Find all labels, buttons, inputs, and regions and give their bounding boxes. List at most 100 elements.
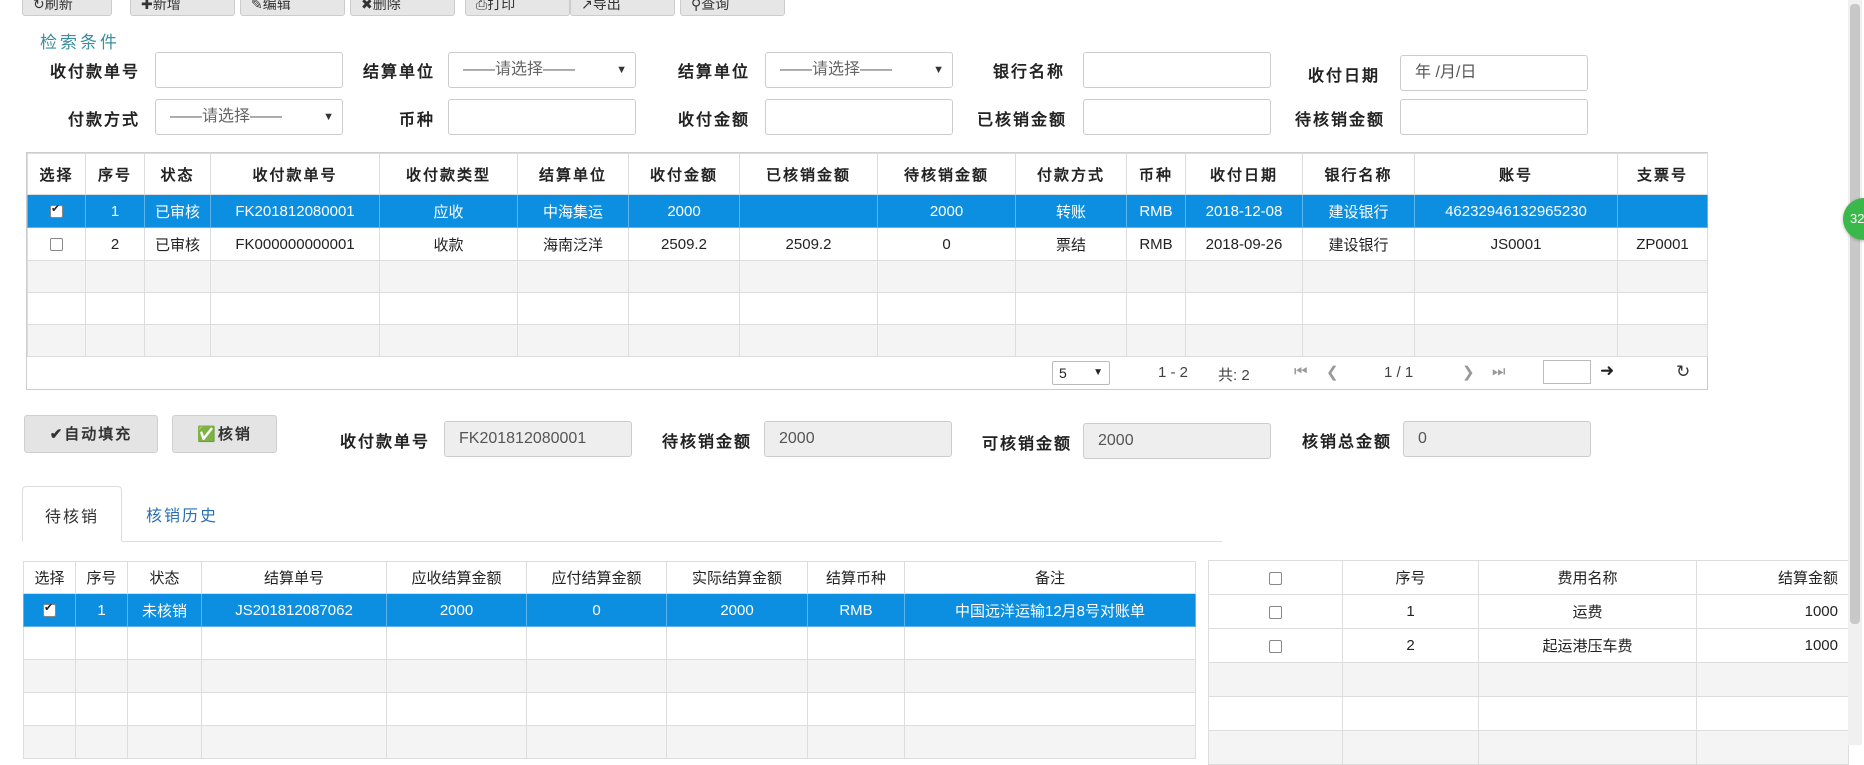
query-button[interactable]: ⚲查询 — [680, 0, 785, 16]
settle-unit-select-1[interactable]: ——请选择—— ▼ — [448, 52, 636, 88]
goto-arrow-icon[interactable]: ➜ — [1600, 361, 1614, 381]
pay-method-select[interactable]: ——请选择—— ▼ — [155, 99, 343, 135]
table-row[interactable]: 1 运费 1000 — [1208, 594, 1849, 629]
print-icon: ⎙ — [476, 0, 488, 13]
action-total-input[interactable]: 0 — [1403, 421, 1591, 457]
chevron-down-icon: ▼ — [323, 111, 334, 123]
first-page-icon[interactable]: ⏮ — [1294, 363, 1308, 380]
col-status[interactable]: 状态 — [127, 561, 202, 594]
col-type[interactable]: 收付款类型 — [379, 153, 518, 195]
table-row[interactable]: 1 未核销 JS201812087062 2000 0 2000 RMB 中国远… — [23, 593, 1196, 627]
col-pay-amount[interactable]: 应付结算金额 — [526, 561, 667, 594]
col-method[interactable]: 付款方式 — [1015, 153, 1127, 195]
col-currency[interactable]: 币种 — [1126, 153, 1186, 195]
search-title: 检索条件 — [40, 33, 120, 53]
col-cheque[interactable]: 支票号 — [1617, 153, 1708, 195]
table-row[interactable]: 2 起运港压车费 1000 — [1208, 628, 1849, 663]
auto-fill-button[interactable]: ✔自动填充 — [24, 415, 158, 453]
row-checkbox[interactable] — [50, 238, 63, 252]
chevron-down-icon: ▼ — [1093, 367, 1103, 378]
table-row-empty — [1208, 662, 1849, 697]
action-pending-input[interactable]: 2000 — [764, 421, 952, 457]
verify-button[interactable]: ✅核销 — [172, 415, 277, 453]
action-available-input[interactable]: 2000 — [1083, 423, 1271, 459]
action-receipt-no-label: 收付款单号 — [339, 432, 430, 451]
col-status[interactable]: 状态 — [144, 153, 211, 195]
check-icon: ✔ — [49, 425, 65, 443]
amount-input[interactable] — [765, 99, 953, 135]
col-seq[interactable]: 序号 — [1342, 560, 1479, 595]
main-table-header: 选择 序号 状态 收付款单号 收付款类型 结算单位 收付金额 已核销金额 待核销… — [27, 153, 1708, 195]
row-checkbox[interactable] — [1269, 605, 1282, 619]
action-pending-label: 待核销金额 — [661, 432, 752, 451]
col-bank[interactable]: 银行名称 — [1302, 153, 1415, 195]
tab-history[interactable]: 核销历史 — [146, 502, 218, 526]
pending-label: 待核销金额 — [1294, 110, 1385, 129]
table-row[interactable]: 2 已审核 FK000000000001 收款 海南泛洋 2509.2 2509… — [27, 227, 1708, 261]
col-written[interactable]: 已核销金额 — [739, 153, 878, 195]
col-note[interactable]: 备注 — [904, 561, 1196, 594]
refresh-button[interactable]: ↻刷新 — [22, 0, 112, 16]
col-select[interactable]: 选择 — [27, 153, 86, 195]
receipt-no-input[interactable] — [155, 52, 343, 88]
pager-pages: 1 / 1 — [1384, 364, 1414, 381]
col-receipt-no[interactable]: 收付款单号 — [210, 153, 380, 195]
col-account[interactable]: 账号 — [1414, 153, 1618, 195]
search-icon: ⚲ — [691, 0, 702, 13]
table-row[interactable]: 1 已审核 FK201812080001 应收 中海集运 2000 2000 转… — [27, 194, 1708, 228]
col-settle-currency[interactable]: 结算币种 — [807, 561, 905, 594]
pay-date-input[interactable]: 年 /月/日 — [1400, 55, 1588, 91]
page-scrollbar-thumb[interactable] — [1850, 4, 1860, 624]
delete-icon: ✖ — [361, 0, 373, 13]
col-unit[interactable]: 结算单位 — [517, 153, 629, 195]
col-settle-no[interactable]: 结算单号 — [201, 561, 387, 594]
pencil-icon: ✎ — [251, 0, 263, 13]
export-button[interactable]: ↗导出 — [570, 0, 675, 16]
tab-pending[interactable]: 待核销 — [22, 486, 122, 542]
check-circle-icon: ✅ — [197, 425, 218, 443]
col-actual-amount[interactable]: 实际结算金额 — [666, 561, 808, 594]
currency-input[interactable] — [448, 99, 636, 135]
col-fee-name[interactable]: 费用名称 — [1478, 560, 1697, 595]
row-checkbox[interactable] — [43, 601, 56, 618]
table-row-empty — [23, 725, 1196, 759]
side-badge[interactable]: 32 — [1843, 198, 1864, 240]
fee-table: 序号 费用名称 结算金额 1 运费 1000 2 起运港压车费 1000 — [1208, 560, 1849, 765]
settle-unit-select-2[interactable]: ——请选择—— ▼ — [765, 52, 953, 88]
col-settle-amount[interactable]: 结算金额 — [1696, 560, 1849, 595]
pending-input[interactable] — [1400, 99, 1588, 135]
row-checkbox[interactable] — [50, 202, 63, 219]
select-all-checkbox[interactable] — [1269, 571, 1282, 585]
last-page-icon[interactable]: ⏭ — [1492, 363, 1506, 380]
print-button[interactable]: ⎙打印 — [465, 0, 570, 16]
page-size-select[interactable]: 5 ▼ — [1052, 361, 1110, 385]
col-date[interactable]: 收付日期 — [1185, 153, 1303, 195]
col-select[interactable]: 选择 — [23, 561, 76, 594]
plus-icon: ✚ — [141, 0, 153, 13]
chevron-down-icon: ▼ — [933, 64, 944, 76]
col-seq[interactable]: 序号 — [85, 153, 145, 195]
edit-button[interactable]: ✎编辑 — [240, 0, 345, 16]
delete-button[interactable]: ✖删除 — [350, 0, 455, 16]
refresh-icon[interactable]: ↻ — [1676, 362, 1690, 382]
next-page-icon[interactable]: ❯ — [1462, 363, 1475, 381]
col-seq[interactable]: 序号 — [75, 561, 128, 594]
settle-unit-label-2: 结算单位 — [677, 62, 750, 81]
col-recv-amount[interactable]: 应收结算金额 — [386, 561, 527, 594]
pager-total: 共: 2 — [1218, 367, 1250, 384]
action-receipt-no-input[interactable]: FK201812080001 — [444, 421, 632, 457]
col-amount[interactable]: 收付金额 — [628, 153, 740, 195]
chevron-down-icon: ▼ — [616, 64, 627, 76]
action-total-label: 核销总金额 — [1301, 432, 1392, 451]
written-off-label: 已核销金额 — [976, 110, 1067, 129]
goto-page-input[interactable] — [1543, 360, 1591, 384]
table-row-empty — [23, 659, 1196, 693]
action-available-label: 可核销金额 — [981, 434, 1072, 453]
add-button[interactable]: ✚新增 — [130, 0, 235, 16]
written-off-input[interactable] — [1083, 99, 1271, 135]
tab-bar-line — [22, 541, 1222, 542]
row-checkbox[interactable] — [1269, 639, 1282, 653]
prev-page-icon[interactable]: ❮ — [1326, 363, 1339, 381]
col-pending[interactable]: 待核销金额 — [877, 153, 1016, 195]
bank-name-input[interactable] — [1083, 52, 1271, 88]
